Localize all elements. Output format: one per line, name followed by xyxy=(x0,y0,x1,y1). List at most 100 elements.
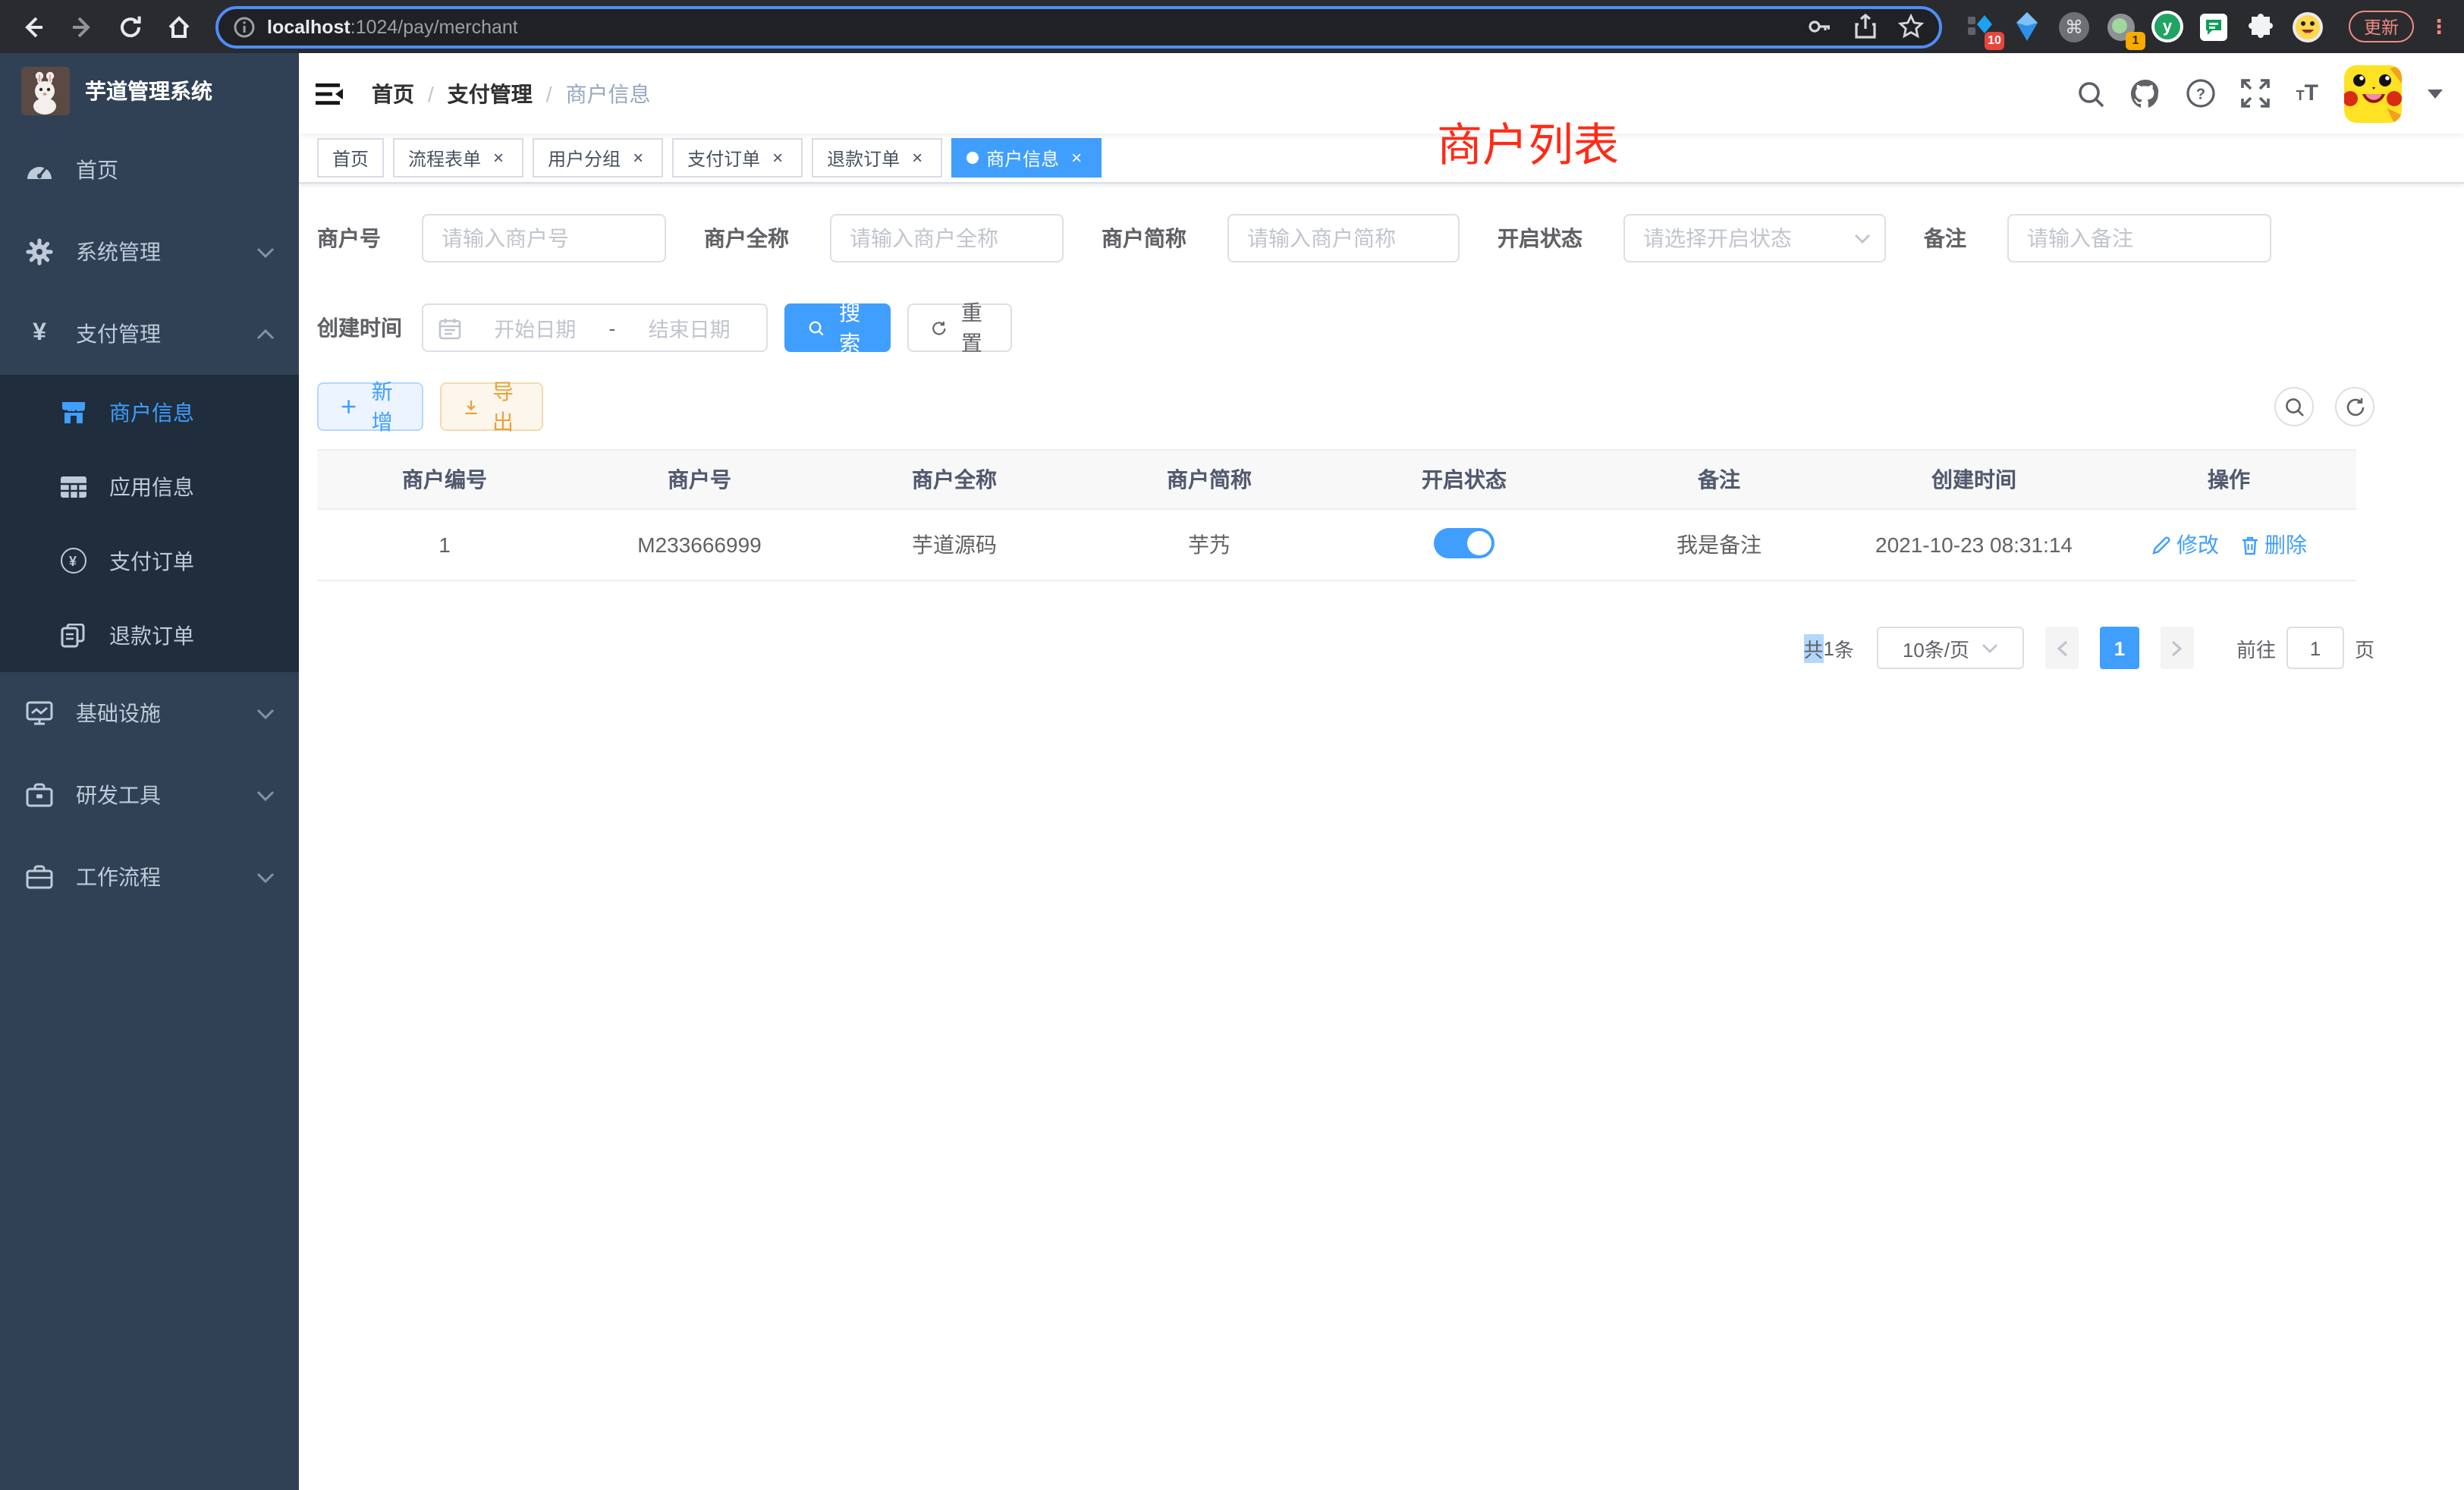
grid-icon xyxy=(58,476,88,497)
browser-home-icon[interactable] xyxy=(158,5,200,48)
next-page-button[interactable] xyxy=(2161,627,2194,669)
tags-view: 首页 流程表单× 用户分组× 支付订单× 退款订单× 商户信息× xyxy=(299,134,2464,184)
sidebar-item-pay-orders[interactable]: ¥ 支付订单 xyxy=(0,523,299,598)
export-button[interactable]: 导出 xyxy=(440,382,543,431)
sidebar-item-system[interactable]: 系统管理 xyxy=(0,211,299,293)
extension-chat-icon[interactable] xyxy=(2197,10,2230,43)
status-select[interactable] xyxy=(1623,214,1886,262)
fullscreen-icon[interactable] xyxy=(2242,79,2271,108)
font-size-icon[interactable]: TT xyxy=(2296,82,2318,105)
status-switch[interactable] xyxy=(1434,527,1494,558)
column-header: 开启状态 xyxy=(1337,464,1592,495)
merchant-short-input[interactable] xyxy=(1227,214,1460,262)
cell-merchant-no: M233666999 xyxy=(572,533,827,557)
extension-puzzle-icon[interactable] xyxy=(2244,10,2277,43)
status-label: 开启状态 xyxy=(1498,223,1582,253)
browser-back-icon[interactable] xyxy=(12,5,55,48)
sidebar-item-label: 基础设施 xyxy=(76,698,161,728)
extension-emoji-avatar[interactable] xyxy=(2291,10,2324,43)
extension-badge: 10 xyxy=(1985,31,2004,49)
show-search-toggle-button[interactable] xyxy=(2274,387,2314,426)
edit-link[interactable]: 修改 xyxy=(2151,530,2219,560)
url-text[interactable]: localhost:1024/pay/merchant xyxy=(267,16,518,37)
tab-user-group[interactable]: 用户分组× xyxy=(533,138,663,178)
extension-diamond-icon[interactable]: 10 xyxy=(1963,10,1997,43)
sidebar-item-refund-orders[interactable]: 退款订单 xyxy=(0,598,299,672)
sidebar-item-merchant-info[interactable]: 商户信息 xyxy=(0,375,299,449)
sidebar-item-home[interactable]: 首页 xyxy=(0,129,299,211)
yen-icon: ¥ xyxy=(24,320,55,347)
browser-toolbar: localhost:1024/pay/merchant 10 xyxy=(0,0,2464,53)
sidebar-item-label: 支付管理 xyxy=(76,319,161,349)
tab-pay-orders[interactable]: 支付订单× xyxy=(672,138,803,178)
site-info-icon[interactable] xyxy=(234,16,255,37)
hamburger-icon[interactable] xyxy=(314,80,344,107)
sidebar-item-label: 退款订单 xyxy=(109,620,194,650)
close-icon[interactable]: × xyxy=(1067,147,1086,168)
remark-input[interactable] xyxy=(2007,214,2271,262)
reset-button[interactable]: 重置 xyxy=(907,303,1012,352)
red-annotation-text: 商户列表 xyxy=(1437,108,1619,174)
bookmark-star-icon[interactable] xyxy=(1898,14,1924,39)
browser-reload-icon[interactable] xyxy=(109,5,152,48)
merchant-no-input[interactable] xyxy=(422,214,666,262)
sidebar-item-app-info[interactable]: 应用信息 xyxy=(0,449,299,523)
merchant-name-input[interactable] xyxy=(830,214,1064,262)
switch-knob xyxy=(1467,530,1491,555)
tab-home[interactable]: 首页 xyxy=(317,138,384,178)
chevron-down-icon xyxy=(1854,233,1871,244)
page-content: 商户号 商户全称 商户简称 开启状态 xyxy=(299,184,2464,1490)
extension-gem-icon[interactable] xyxy=(2010,10,2044,43)
tab-merchant-info[interactable]: 商户信息× xyxy=(951,138,1102,178)
github-icon[interactable] xyxy=(2131,79,2161,108)
header-search-icon[interactable] xyxy=(2078,80,2105,107)
search-button[interactable]: 搜索 xyxy=(784,303,891,352)
breadcrumb-separator: / xyxy=(428,81,434,105)
close-icon[interactable]: × xyxy=(628,147,648,168)
browser-forward-icon[interactable] xyxy=(61,5,103,48)
merchant-name-label: 商户全称 xyxy=(704,223,789,253)
gear-icon xyxy=(24,238,55,266)
cell-merchant-short-name: 芋艿 xyxy=(1082,530,1337,560)
start-date-placeholder[interactable]: 开始日期 xyxy=(473,313,597,343)
sidebar-item-label: 工作流程 xyxy=(76,862,161,892)
page-unit-label: 页 xyxy=(2355,633,2374,662)
sidebar-item-payment[interactable]: ¥ 支付管理 xyxy=(0,293,299,375)
close-icon[interactable]: × xyxy=(907,147,927,168)
prev-page-button[interactable] xyxy=(2045,627,2079,669)
page-size-select[interactable]: 10条/页 xyxy=(1877,627,2024,669)
end-date-placeholder[interactable]: 结束日期 xyxy=(627,313,751,343)
url-path: :1024/pay/merchant xyxy=(350,16,518,37)
extension-command-icon[interactable]: ⌘ xyxy=(2057,10,2091,43)
goto-page-input[interactable] xyxy=(2286,627,2344,669)
create-time-range-picker[interactable]: 开始日期 - 结束日期 xyxy=(422,303,768,352)
help-icon[interactable]: ? xyxy=(2187,79,2216,108)
sidebar-item-workflow[interactable]: 工作流程 xyxy=(0,836,299,918)
sidebar-logo[interactable]: 芋道管理系统 xyxy=(0,53,299,129)
extensions-area: 10 ⌘ 1 y xyxy=(1957,10,2330,43)
browser-update-button[interactable]: 更新 xyxy=(2349,11,2414,42)
sidebar-item-infra[interactable]: 基础设施 xyxy=(0,672,299,754)
url-bar[interactable]: localhost:1024/pay/merchant xyxy=(215,5,1942,48)
status-select-input[interactable] xyxy=(1623,214,1886,262)
tab-refund-orders[interactable]: 退款订单× xyxy=(812,138,942,178)
delete-link[interactable]: 删除 xyxy=(2240,530,2307,560)
merchant-no-label: 商户号 xyxy=(317,223,381,253)
extension-circle-icon[interactable]: 1 xyxy=(2104,10,2138,43)
close-icon[interactable]: × xyxy=(768,147,787,168)
password-key-icon[interactable] xyxy=(1807,14,1833,39)
refresh-button[interactable] xyxy=(2335,387,2374,426)
tab-process-form[interactable]: 流程表单× xyxy=(393,138,523,178)
breadcrumb-payment[interactable]: 支付管理 xyxy=(448,78,533,108)
avatar-caret-icon[interactable] xyxy=(2428,89,2443,98)
share-icon[interactable] xyxy=(1854,14,1877,39)
browser-menu-icon[interactable]: ⋮ xyxy=(2429,14,2449,39)
sidebar-item-devtools[interactable]: 研发工具 xyxy=(0,754,299,836)
close-icon[interactable]: × xyxy=(489,147,508,168)
page-number-button[interactable]: 1 xyxy=(2100,627,2139,669)
user-avatar[interactable] xyxy=(2344,64,2402,122)
breadcrumb-home[interactable]: 首页 xyxy=(372,78,414,108)
extension-y-icon[interactable]: y xyxy=(2151,11,2183,42)
add-button[interactable]: 新增 xyxy=(317,382,423,431)
create-time-label: 创建时间 xyxy=(317,313,402,343)
